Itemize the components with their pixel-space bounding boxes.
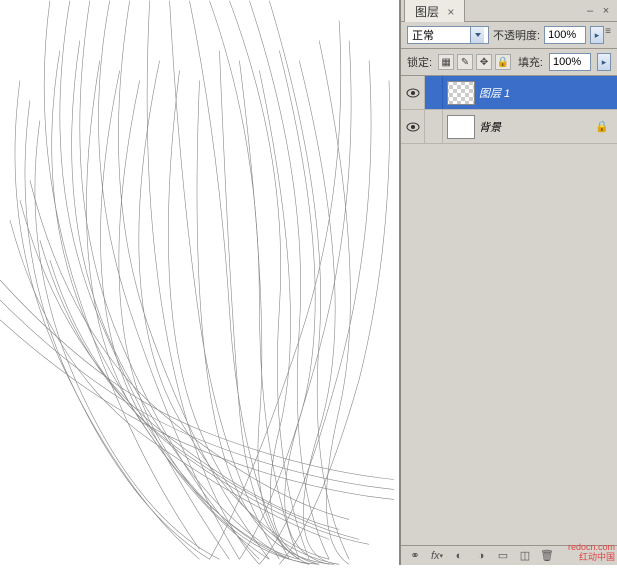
- layers-list: 图层 1 背景 🔒: [401, 76, 617, 545]
- panel-window-controls: – ×: [583, 6, 613, 16]
- lock-transparency-icon[interactable]: ▦: [438, 54, 454, 70]
- layer-name: 图层 1: [479, 85, 510, 101]
- watermark-text: 红动中国: [568, 553, 615, 563]
- canvas-artwork: [0, 0, 399, 565]
- layer-thumbnail[interactable]: [447, 115, 475, 139]
- close-panel-icon[interactable]: ×: [599, 6, 613, 16]
- watermark: redocn.com 红动中国: [568, 543, 615, 563]
- blend-mode-dropdown[interactable]: 正常: [407, 26, 489, 44]
- opacity-value: 100%: [548, 29, 576, 41]
- new-layer-icon[interactable]: ◫: [515, 548, 535, 564]
- fill-value: 100%: [553, 56, 581, 68]
- adjustment-icon[interactable]: ◑: [471, 548, 491, 564]
- group-icon[interactable]: ▭: [493, 548, 513, 564]
- layers-panel: 图层 × – × 正常 不透明度: 100% 锁定: ▦ ✎ ✥ 🔒 填充: 1…: [400, 0, 617, 565]
- layer-thumbnail[interactable]: [447, 81, 475, 105]
- trash-icon[interactable]: 🗑: [537, 548, 557, 564]
- fx-icon[interactable]: fx▾: [427, 548, 447, 564]
- opacity-input[interactable]: 100%: [544, 26, 586, 44]
- fill-flyout-icon[interactable]: [597, 53, 611, 71]
- panel-header: 图层 × – ×: [401, 0, 617, 22]
- link-column[interactable]: [425, 110, 443, 143]
- link-column[interactable]: [425, 76, 443, 109]
- eye-icon: [406, 122, 420, 132]
- fill-input[interactable]: 100%: [549, 53, 591, 71]
- blend-opacity-row: 正常 不透明度: 100%: [401, 22, 617, 49]
- panel-tab-layers[interactable]: 图层 ×: [404, 0, 465, 23]
- panel-menu-icon[interactable]: [601, 24, 615, 38]
- opacity-label: 不透明度:: [493, 27, 540, 43]
- visibility-toggle[interactable]: [401, 76, 425, 109]
- fill-label: 填充:: [518, 54, 543, 70]
- layer-name: 背景: [479, 119, 501, 135]
- link-layers-icon[interactable]: ⚭: [405, 548, 425, 564]
- layer-row[interactable]: 图层 1: [401, 76, 617, 110]
- lock-label: 锁定:: [407, 54, 432, 70]
- blend-mode-value: 正常: [412, 27, 434, 43]
- lock-position-icon[interactable]: ✥: [476, 54, 492, 70]
- canvas[interactable]: [0, 0, 400, 565]
- mask-icon[interactable]: ◐: [449, 548, 469, 564]
- layer-row[interactable]: 背景 🔒: [401, 110, 617, 144]
- minimize-icon[interactable]: –: [583, 6, 597, 16]
- panel-tab-label: 图层: [415, 5, 439, 19]
- visibility-toggle[interactable]: [401, 110, 425, 143]
- lock-paint-icon[interactable]: ✎: [457, 54, 473, 70]
- lock-icons-group: ▦ ✎ ✥ 🔒: [438, 54, 511, 70]
- lock-all-icon[interactable]: 🔒: [495, 54, 511, 70]
- eye-icon: [406, 88, 420, 98]
- lock-icon: 🔒: [595, 120, 609, 133]
- chevron-down-icon: [470, 27, 484, 43]
- close-icon[interactable]: ×: [447, 5, 454, 19]
- lock-fill-row: 锁定: ▦ ✎ ✥ 🔒 填充: 100%: [401, 49, 617, 76]
